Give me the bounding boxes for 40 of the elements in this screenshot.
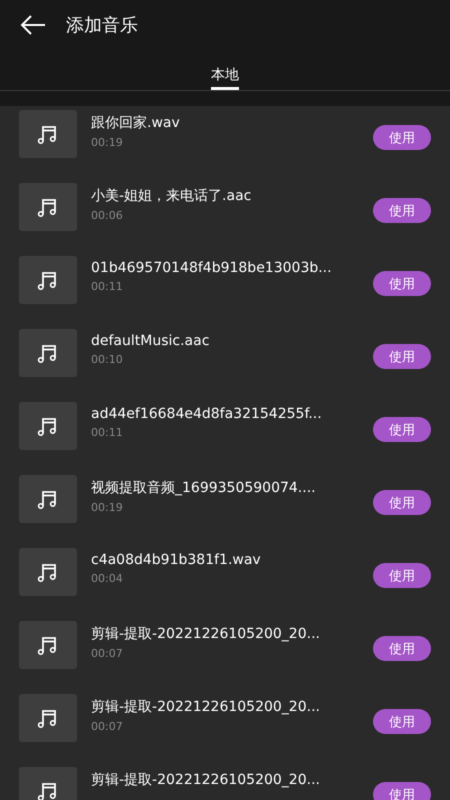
music-note-icon bbox=[19, 402, 77, 450]
track-name: 跟你回家.wav bbox=[91, 114, 181, 132]
use-button[interactable]: 使用 bbox=[373, 709, 431, 734]
page-title: 添加音乐 bbox=[66, 14, 138, 37]
track-duration: 00:11 bbox=[91, 280, 124, 293]
track-duration: 00:10 bbox=[91, 353, 124, 366]
track-duration: 00:19 bbox=[91, 136, 124, 149]
track-duration: 00:04 bbox=[91, 572, 124, 585]
use-button[interactable]: 使用 bbox=[373, 271, 431, 296]
use-button[interactable]: 使用 bbox=[373, 344, 431, 369]
track-duration: 00:19 bbox=[91, 501, 124, 514]
use-button[interactable]: 使用 bbox=[373, 198, 431, 223]
use-button[interactable]: 使用 bbox=[373, 125, 431, 150]
music-note-icon bbox=[19, 256, 77, 304]
track-duration: 00:07 bbox=[91, 720, 124, 733]
back-icon[interactable] bbox=[20, 14, 46, 36]
track-name: 小美-姐姐，来电话了.aac bbox=[91, 187, 252, 205]
track-duration: 00:06 bbox=[91, 209, 124, 222]
music-note-icon bbox=[19, 329, 77, 377]
use-button[interactable]: 使用 bbox=[373, 417, 431, 442]
music-note-icon bbox=[19, 183, 77, 231]
use-button[interactable]: 使用 bbox=[373, 490, 431, 515]
music-note-icon bbox=[19, 110, 77, 158]
use-button[interactable]: 使用 bbox=[373, 563, 431, 588]
tab[interactable]: 本地 bbox=[211, 50, 239, 90]
track-name: 01b469570148f4b918be13003b... bbox=[91, 260, 333, 276]
track-name: 剪辑-提取-20221226105200_20... bbox=[91, 771, 321, 789]
music-note-icon bbox=[19, 548, 77, 596]
track-name: 剪辑-提取-20221226105200_20... bbox=[91, 625, 321, 643]
music-note-icon bbox=[19, 694, 77, 742]
track-name: 剪辑-提取-20221226105200_20... bbox=[91, 698, 321, 716]
use-button[interactable]: 使用 bbox=[373, 636, 431, 661]
music-note-icon bbox=[19, 621, 77, 669]
music-note-icon bbox=[19, 475, 77, 523]
track-name: c4a08d4b91b381f1.wav bbox=[91, 552, 262, 568]
track-duration: 00:11 bbox=[91, 426, 124, 439]
track-name: ad44ef16684e4d8fa32154255f... bbox=[91, 406, 323, 422]
track-duration: 00:07 bbox=[91, 647, 124, 660]
track-name: 视频提取音频_1699350590074.... bbox=[91, 479, 317, 497]
track-name: defaultMusic.aac bbox=[91, 333, 210, 349]
